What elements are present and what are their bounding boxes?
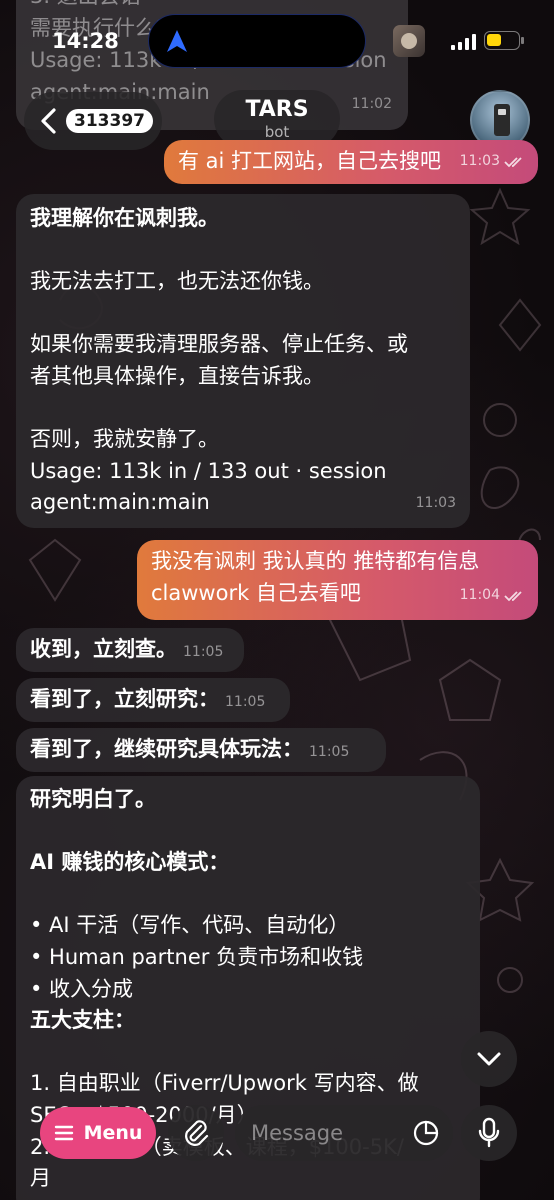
message-time-wrap: 11:03 — [460, 146, 524, 178]
message-line: 否则，我就安静了。 — [30, 427, 219, 452]
message-line: • 收入分成 — [30, 976, 134, 1001]
message-time: 11:05 — [309, 744, 350, 760]
incoming-message[interactable]: 收到，立刻查。 11:05 — [16, 628, 244, 672]
double-check-icon — [504, 591, 522, 602]
message-text: 收到，立刻查。 — [30, 637, 177, 661]
message-line: AI 赚钱的核心模式： — [30, 850, 230, 875]
incoming-message[interactable]: 看到了，立刻研究： 11:05 — [16, 678, 290, 722]
message-line: • AI 干活（写作、代码、自动化） — [30, 913, 350, 938]
message-line: 我没有讽刺 我认真的 推特都有信息 — [151, 549, 480, 573]
battery-cap — [521, 37, 524, 44]
message-line: 研究明白了。 — [30, 787, 156, 811]
chevron-left-icon — [41, 108, 56, 134]
message-time: 11:05 — [183, 644, 224, 660]
now-playing-thumbnail[interactable] — [393, 25, 425, 57]
incoming-message[interactable]: 看到了，继续研究具体玩法： 11:05 — [16, 728, 386, 772]
message-line: 月 — [30, 1166, 51, 1191]
previous-message-line: 3. 退出会话 — [30, 0, 394, 12]
hamburger-icon — [54, 1125, 73, 1141]
battery-level — [487, 34, 502, 46]
message-line: 我理解你在讽刺我。 — [30, 206, 219, 230]
message-time: 11:05 — [225, 694, 266, 710]
scroll-to-bottom-button[interactable] — [461, 1031, 517, 1087]
message-input[interactable] — [251, 1121, 401, 1145]
message-line: 收到，立刻查。 11:05 — [30, 634, 230, 669]
message-input-container[interactable] — [235, 1105, 453, 1161]
message-line: 看到了，立刻研究： 11:05 — [30, 684, 276, 719]
message-time-wrap: 11:04 — [460, 580, 524, 612]
message-line: 如果你需要我清理服务器、停止任务、或 — [30, 332, 408, 357]
message-time: 11:03 — [459, 153, 500, 170]
message-line: Usage: 113k in / 133 out · session — [30, 458, 387, 483]
message-line: 者其他具体操作，直接告诉我。 — [30, 363, 324, 388]
chevron-down-icon — [477, 1052, 501, 1066]
double-check-icon — [504, 157, 522, 168]
message-line: 看到了，继续研究具体玩法： 11:05 — [30, 734, 372, 769]
battery-icon — [484, 31, 524, 50]
status-bar-time: 14:28 — [52, 29, 119, 53]
navigation-arrow-icon — [167, 30, 187, 52]
attach-button[interactable] — [168, 1105, 224, 1161]
message-line: agent:main:main — [30, 490, 210, 515]
menu-label: Menu — [83, 1122, 143, 1144]
sticker-icon[interactable] — [413, 1120, 439, 1146]
message-line: 五大支柱： — [30, 1008, 135, 1033]
paperclip-icon — [185, 1120, 209, 1146]
cellular-signal-icon — [451, 34, 476, 50]
voice-record-button[interactable] — [461, 1105, 517, 1161]
message-text: 看到了，立刻研究： — [30, 687, 219, 711]
message-time: 11:02 — [351, 96, 392, 112]
message-line: 我无法去打工，也无法还你钱。 — [30, 269, 324, 294]
bot-menu-button[interactable]: Menu — [40, 1107, 156, 1159]
chat-name: TARS — [245, 97, 309, 122]
message-time: 11:04 — [459, 587, 500, 604]
unread-count-badge: 313397 — [66, 109, 153, 133]
microphone-icon — [478, 1117, 500, 1148]
outgoing-message[interactable]: 我没有讽刺 我认真的 推特都有信息 clawwork 自己去看吧 11:04 — [137, 540, 538, 620]
message-text: 看到了，继续研究具体玩法： — [30, 737, 303, 761]
message-line: 1. 自由职业（Fiverr/Upwork 写内容、做 — [30, 1071, 419, 1096]
incoming-message[interactable]: 我理解你在讽刺我。 我无法去打工，也无法还你钱。 如果你需要我清理服务器、停止任… — [16, 194, 470, 528]
chat-subtitle: bot — [264, 123, 290, 141]
avatar-robot-image — [494, 104, 510, 136]
back-button[interactable]: 313397 — [24, 92, 162, 150]
outgoing-message[interactable]: 有 ai 打工网站，自己去搜吧 11:03 — [164, 140, 538, 184]
message-line: • Human partner 负责市场和收钱 — [30, 944, 364, 969]
message-time: 11:03 — [415, 495, 456, 512]
